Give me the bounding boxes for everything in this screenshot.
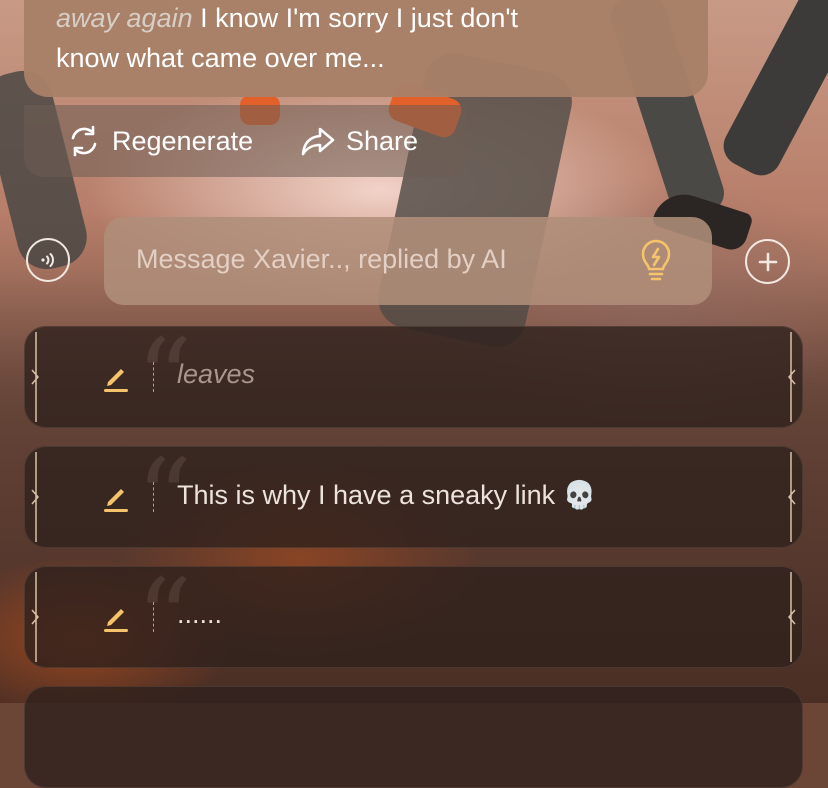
suggestion-text: leaves bbox=[177, 359, 256, 389]
card-divider bbox=[153, 482, 154, 512]
message-line-1: away again I know I'm sorry I just don't bbox=[56, 0, 676, 38]
plus-icon bbox=[758, 252, 777, 271]
ai-message-bubble: away again I know I'm sorry I just don't… bbox=[24, 0, 708, 97]
pencil-icon bbox=[104, 369, 128, 392]
voice-waves-icon bbox=[41, 253, 54, 267]
suggestion-text: ...... bbox=[177, 599, 223, 629]
suggestion-card-2[interactable]: “ This is why I have a sneaky link 💀 bbox=[24, 444, 803, 554]
voice-button[interactable] bbox=[26, 238, 70, 282]
message-italic-action: away again bbox=[56, 3, 193, 33]
card-divider bbox=[153, 362, 154, 392]
suggestion-text: This is why I have a sneaky link 💀 bbox=[177, 480, 597, 510]
refresh-icon bbox=[71, 125, 97, 157]
add-button[interactable] bbox=[745, 239, 790, 284]
share-button[interactable]: Share bbox=[300, 123, 418, 159]
pencil-icon bbox=[104, 609, 128, 632]
regenerate-button[interactable]: Regenerate bbox=[66, 123, 253, 159]
message-input-placeholder: Message Xavier.., replied by AI bbox=[136, 244, 507, 274]
suggestion-card-3[interactable]: “ ...... bbox=[24, 564, 803, 674]
suggestion-card-4[interactable] bbox=[24, 686, 803, 788]
lightbulb-icon[interactable] bbox=[636, 239, 676, 283]
message-action-bar: Regenerate Share bbox=[24, 105, 466, 177]
message-text-1: I know I'm sorry I just don't bbox=[192, 3, 519, 33]
card-divider bbox=[153, 602, 154, 632]
regenerate-label: Regenerate bbox=[112, 125, 254, 156]
message-input[interactable]: Message Xavier.., replied by AI bbox=[104, 217, 712, 305]
message-line-2: know what came over me... bbox=[56, 43, 385, 73]
share-label: Share bbox=[346, 125, 419, 156]
suggestion-card-1[interactable]: “ leaves bbox=[24, 324, 803, 434]
share-arrow-icon bbox=[301, 127, 335, 156]
pencil-icon bbox=[104, 489, 128, 512]
